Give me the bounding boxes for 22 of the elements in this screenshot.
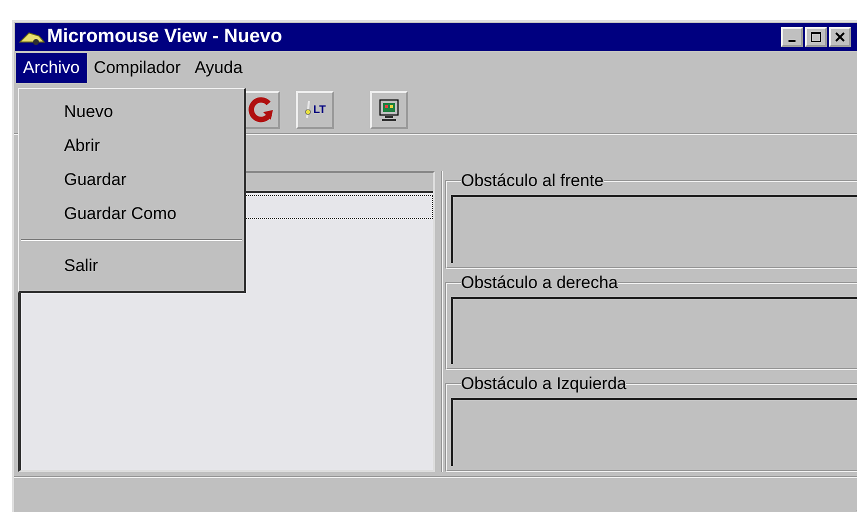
menu-option[interactable]: Guardar: [19, 163, 244, 197]
group-title: Obstáculo al frente: [461, 171, 604, 191]
window-title: Micromouse View - Nuevo: [47, 26, 282, 48]
monitor-icon: [377, 98, 401, 122]
menu-option[interactable]: Guardar Como: [19, 197, 244, 231]
close-icon: [834, 31, 846, 43]
toolbar-button[interactable]: [370, 91, 408, 129]
menu-option[interactable]: Abrir: [19, 129, 244, 163]
refresh-icon: [248, 97, 274, 123]
menu-item[interactable]: Compilador: [86, 53, 188, 83]
menu-option[interactable]: Nuevo: [19, 95, 244, 129]
maximize-button[interactable]: [805, 27, 827, 47]
close-button[interactable]: [829, 27, 851, 47]
group-title: Obstáculo a Izquierda: [461, 374, 626, 394]
menu-option[interactable]: Salir: [19, 249, 244, 283]
minimize-icon: [788, 40, 796, 42]
menu-item[interactable]: Ayuda: [188, 53, 250, 83]
toolbar-button[interactable]: LT: [296, 91, 334, 129]
minimize-button[interactable]: [781, 27, 803, 47]
group-title: Obstáculo a derecha: [461, 272, 618, 293]
maximize-icon: [810, 31, 822, 43]
menu-item[interactable]: Archivo: [16, 53, 87, 83]
